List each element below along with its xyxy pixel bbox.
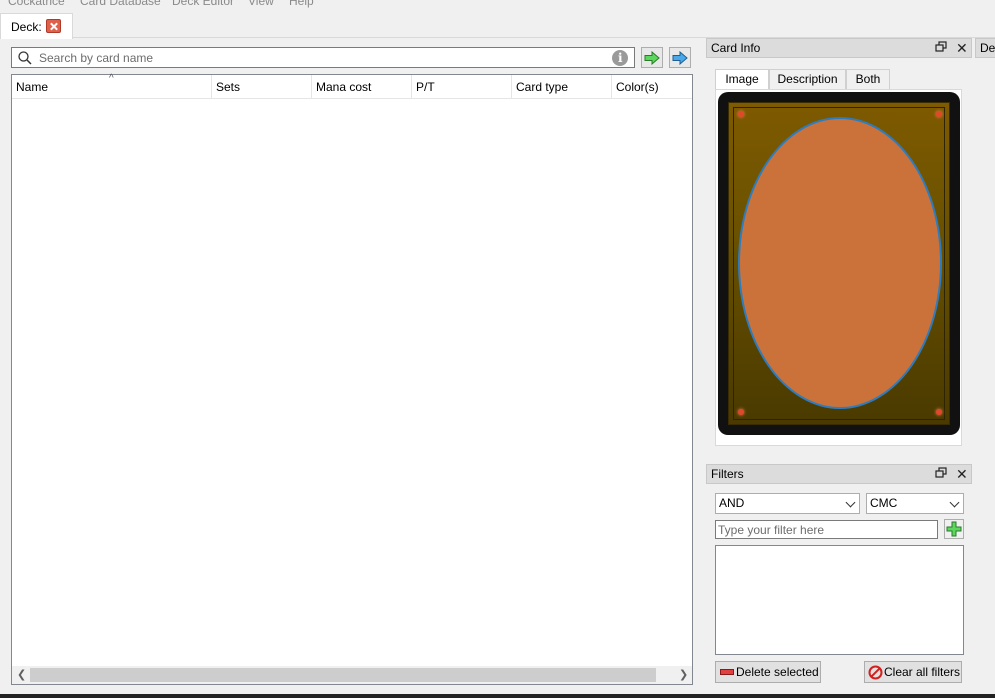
- column-header-mana-cost[interactable]: Mana cost: [312, 75, 412, 99]
- add-to-mainboard-icon: [644, 51, 660, 65]
- card-gem: [936, 409, 942, 415]
- sort-indicator-icon: ^: [109, 73, 114, 84]
- float-icon[interactable]: [935, 41, 947, 53]
- search-box: [11, 47, 635, 68]
- close-icon[interactable]: [46, 19, 61, 33]
- column-header-colors[interactable]: Color(s): [612, 75, 692, 99]
- tab-bar: Deck:: [0, 11, 995, 39]
- column-header-sets[interactable]: Sets: [212, 75, 312, 99]
- deck-dock-title-label: De: [980, 41, 995, 55]
- card-back-image: [718, 92, 960, 435]
- add-icon: [946, 521, 962, 537]
- filter-tree[interactable]: [715, 545, 964, 655]
- window-bottom-edge: [0, 694, 995, 698]
- card-database-table[interactable]: Name ^ Sets Mana cost P/T Card type Colo…: [11, 73, 693, 685]
- scroll-right-icon[interactable]: ❯: [679, 668, 688, 681]
- clear-all-filters-button[interactable]: Clear all filters: [864, 661, 962, 683]
- column-header-name[interactable]: Name ^: [12, 73, 212, 99]
- search-icon: [18, 51, 32, 65]
- column-header-card-type[interactable]: Card type: [512, 75, 612, 99]
- card-frame: [728, 102, 950, 425]
- menu-deck-editor[interactable]: Deck Editor: [172, 0, 234, 8]
- delete-icon: [720, 669, 734, 675]
- filter-field-select[interactable]: CMC: [866, 493, 964, 514]
- float-icon[interactable]: [935, 467, 947, 479]
- menu-cockatrice[interactable]: Cockatrice: [8, 0, 65, 8]
- clear-icon: [868, 665, 883, 680]
- add-to-sideboard-button[interactable]: [669, 47, 691, 68]
- filter-logic-value: AND: [719, 496, 745, 510]
- delete-selected-label: Delete selected: [736, 665, 819, 679]
- tab-description[interactable]: Description: [769, 69, 846, 90]
- chevron-down-icon: [845, 497, 856, 508]
- delete-selected-button[interactable]: Delete selected: [715, 661, 821, 683]
- deck-dock-title[interactable]: De: [975, 38, 995, 58]
- filter-input[interactable]: [715, 520, 938, 539]
- card-image-panel: [715, 89, 962, 446]
- column-header-pt[interactable]: P/T: [412, 75, 512, 99]
- add-to-mainboard-button[interactable]: [641, 47, 663, 68]
- table-header: Name ^ Sets Mana cost P/T Card type Colo…: [12, 73, 692, 99]
- card-gem: [738, 409, 744, 415]
- menu-help[interactable]: Help: [289, 0, 314, 8]
- tab-both[interactable]: Both: [846, 69, 890, 90]
- column-header-label: Name: [16, 80, 49, 94]
- filters-dock-title[interactable]: Filters ✕: [706, 464, 972, 484]
- tab-image[interactable]: Image: [715, 69, 769, 91]
- menu-view[interactable]: View: [248, 0, 274, 8]
- add-filter-button[interactable]: [944, 519, 964, 539]
- info-icon[interactable]: [612, 50, 628, 66]
- scrollbar-thumb[interactable]: [30, 668, 656, 682]
- horizontal-scrollbar[interactable]: ❮ ❯: [12, 666, 692, 684]
- card-gem: [738, 111, 744, 117]
- close-icon[interactable]: ✕: [956, 466, 968, 482]
- tab-deck[interactable]: Deck:: [0, 13, 73, 39]
- filter-logic-select[interactable]: AND: [715, 493, 860, 514]
- card-info-dock-title[interactable]: Card Info ✕: [706, 38, 972, 58]
- search-input[interactable]: [39, 49, 609, 66]
- scroll-left-icon[interactable]: ❮: [17, 668, 26, 681]
- close-icon[interactable]: ✕: [956, 40, 968, 56]
- card-oval: [738, 117, 942, 409]
- card-gem: [936, 111, 942, 117]
- add-to-sideboard-icon: [672, 51, 688, 65]
- chevron-down-icon: [949, 497, 960, 508]
- filters-title: Filters: [711, 467, 744, 481]
- card-info-title: Card Info: [711, 41, 761, 55]
- menu-bar: Cockatrice Card Database Deck Editor Vie…: [0, 0, 995, 8]
- tab-deck-label: Deck:: [11, 20, 42, 34]
- menu-card-database[interactable]: Card Database: [80, 0, 161, 8]
- clear-all-filters-label: Clear all filters: [884, 665, 961, 679]
- filter-field-value: CMC: [870, 496, 898, 510]
